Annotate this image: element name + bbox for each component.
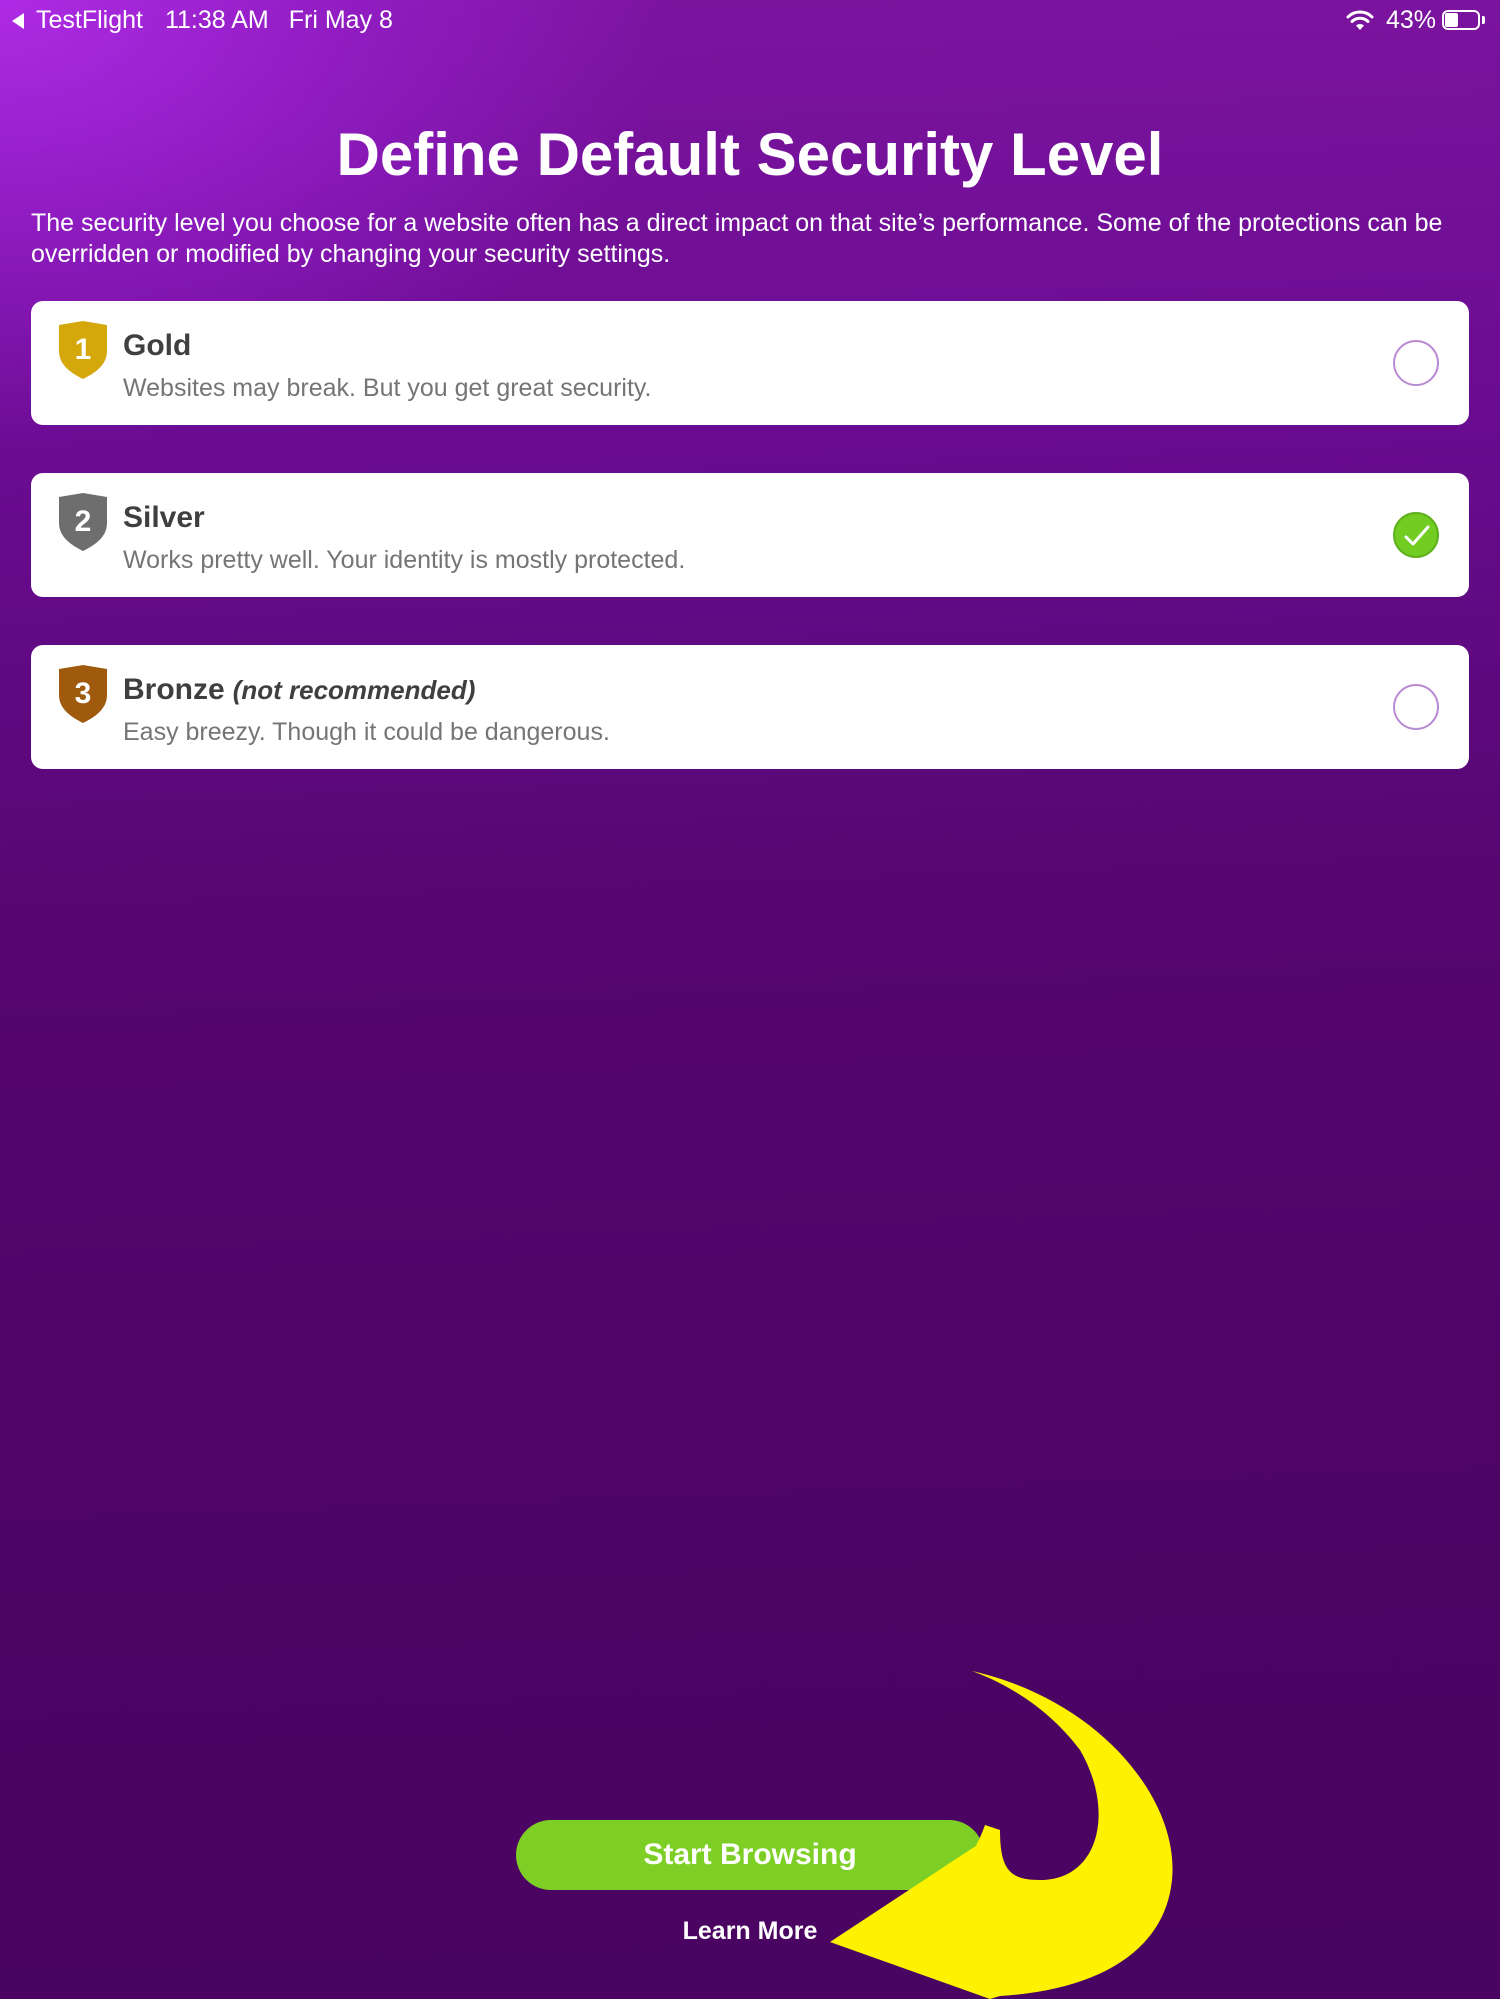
start-browsing-button[interactable]: Start Browsing: [516, 1820, 984, 1890]
app-screen: TestFlight 11:38 AM Fri May 8 43% Define…: [0, 0, 1500, 1999]
annotation-arrow-icon: [830, 1671, 1173, 1999]
security-option-gold[interactable]: 1 Gold Websites may break. But you get g…: [31, 301, 1469, 425]
intro-text: The security level you choose for a webs…: [31, 209, 1443, 268]
checkmark-icon: [1404, 525, 1430, 546]
option-title: Silver: [123, 501, 205, 535]
shield-number: 2: [75, 505, 92, 538]
option-description: Websites may break. But you get great se…: [123, 374, 652, 402]
radio-gold[interactable]: [1393, 340, 1439, 386]
chevron-left-icon: [12, 12, 24, 29]
learn-more-label: Learn More: [682, 1917, 818, 1945]
status-right: 43%: [1346, 6, 1488, 35]
option-name: Gold: [123, 329, 192, 362]
option-note: (not recommended): [232, 675, 476, 705]
learn-more-link[interactable]: Learn More: [0, 1917, 1500, 1946]
shield-icon: 2: [59, 493, 107, 551]
wifi-icon: [1346, 10, 1374, 30]
radio-bronze[interactable]: [1393, 684, 1439, 730]
option-name: Silver: [123, 501, 205, 534]
option-description: Easy breezy. Though it could be dangerou…: [123, 718, 610, 746]
shield-icon: 3: [59, 665, 107, 723]
option-description: Works pretty well. Your identity is most…: [123, 546, 686, 574]
battery-fill: [1445, 12, 1458, 27]
radio-silver-selected[interactable]: [1393, 512, 1439, 558]
battery-icon: [1442, 9, 1488, 32]
page-title: Define Default Security Level: [336, 121, 1164, 188]
security-option-bronze[interactable]: 3 Bronze (not recommended) Easy breezy. T…: [31, 645, 1469, 769]
battery-percent: 43%: [1385, 6, 1436, 34]
security-option-silver[interactable]: 2 Silver Works pretty well. Your identit…: [31, 473, 1469, 597]
shield-number: 1: [75, 333, 92, 366]
status-bar: TestFlight 11:38 AM Fri May 8 43%: [0, 0, 1500, 40]
option-title: Bronze (not recommended): [123, 673, 475, 707]
back-app-label: TestFlight: [36, 6, 143, 34]
back-to-app[interactable]: TestFlight 11:38 AM Fri May 8: [12, 6, 393, 35]
option-title: Gold: [123, 329, 191, 363]
option-name: Bronze: [123, 673, 225, 706]
shield-icon: 1: [59, 321, 107, 379]
shield-number: 3: [75, 677, 92, 710]
status-date: Fri May 8: [288, 6, 393, 34]
status-time: 11:38 AM: [164, 6, 269, 34]
